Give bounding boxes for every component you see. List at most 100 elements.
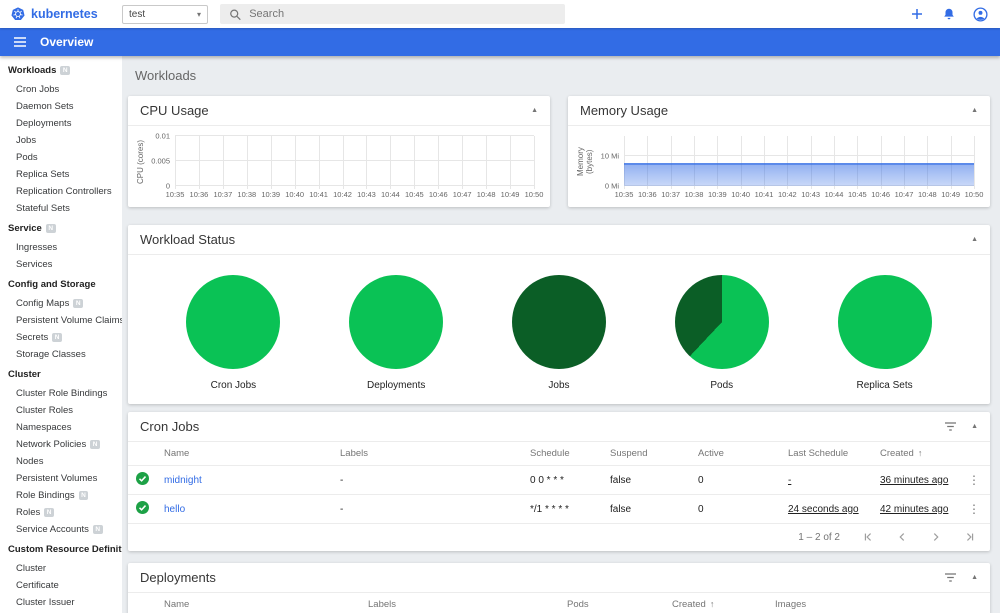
x-tick-label: 10:36 [189,190,209,199]
sidebar-item-role-bindings[interactable]: Role Bindings N [0,487,122,504]
sidebar-item-cluster-roles[interactable]: Cluster Roles [0,402,122,419]
column-header-created[interactable]: Created ↑ [664,593,767,613]
sidebar-item-config-maps[interactable]: Config Maps N [0,295,122,312]
row-menu-button[interactable]: ⋮ [968,473,980,487]
column-header-schedule[interactable]: Schedule [522,442,602,466]
collapse-icon[interactable]: ▲ [971,107,978,114]
sidebar-item-service-accounts[interactable]: Service Accounts N [0,521,122,538]
x-tick-label: 10:37 [661,190,681,199]
x-tick-label: 10:49 [941,190,961,199]
sidebar-item-cluster[interactable]: Cluster [0,363,122,385]
first-page-button[interactable] [862,531,874,543]
pie-chart-deployments [349,275,444,369]
collapse-icon[interactable]: ▲ [971,574,978,581]
x-tick-label: 10:40 [731,190,751,199]
column-header-last-schedule[interactable]: Last Schedule [780,442,872,466]
sidebar-item-ingresses[interactable]: Ingresses [0,239,122,256]
filter-button[interactable] [944,421,957,432]
last-schedule-cell: - [780,465,872,495]
area-series [624,162,974,186]
sidebar-item-cluster-issuer[interactable]: Cluster Issuer [0,594,122,611]
next-page-button[interactable] [930,531,942,543]
previous-page-button[interactable] [896,531,908,543]
sidebar-item-network-policies[interactable]: Network Policies N [0,436,122,453]
sidebar-item-label: Stateful Sets [16,203,70,214]
sidebar-item-label: Deployments [16,118,72,129]
sidebar-item-nodes[interactable]: Nodes [0,453,122,470]
sidebar-item-service[interactable]: Service N [0,217,122,239]
sidebar-item-services[interactable]: Services [0,256,122,273]
menu-cell: ⋮ [960,465,990,495]
sidebar-item-storage-classes[interactable]: Storage Classes [0,346,122,363]
table-row: hello - */1 * * * * false 0 24 seconds ago 42 … [128,494,990,524]
kubernetes-wheel-icon [11,7,25,20]
sidebar-item-cluster[interactable]: Cluster [0,560,122,577]
sidebar-item-deployments[interactable]: Deployments [0,115,122,132]
sidebar: Workloads N Cron Jobs Daemon Sets Deployment… [0,56,122,613]
cronjob-name-link-cell: hello [156,494,332,524]
column-header-pods[interactable]: Pods [559,593,664,613]
collapse-icon[interactable]: ▲ [971,423,978,430]
sidebar-item-jobs[interactable]: Jobs [0,132,122,149]
sidebar-item-secrets[interactable]: Secrets N [0,329,122,346]
column-header-active[interactable]: Active [690,442,780,466]
sidebar-item-replica-sets[interactable]: Replica Sets [0,166,122,183]
account-button[interactable] [973,6,988,22]
grid-line [175,136,176,189]
sidebar-item-persistent-volume-claims[interactable]: Persistent Volume ClaimsN [0,312,122,329]
kubernetes-logo[interactable]: kubernetes [0,6,122,22]
chevron-right-icon [933,533,939,541]
sidebar-item-pods[interactable]: Pods [0,149,122,166]
sidebar-item-label: Cron Jobs [16,84,60,95]
pie-chart-pods [674,275,769,369]
sidebar-item-label: Config Maps [16,298,70,309]
sidebar-item-certificate[interactable]: Certificate [0,577,122,594]
cronjob-name-link[interactable]: hello [164,504,185,515]
pie-label: Cron Jobs [210,380,257,391]
menu-button[interactable] [13,36,27,48]
column-header-name[interactable]: Name [156,593,360,613]
column-header-created[interactable]: Created ↑ [872,442,960,466]
column-header-labels[interactable]: Labels [332,442,522,466]
namespace-selector[interactable]: test ▾ [122,4,208,24]
filter-button[interactable] [944,572,957,583]
sidebar-item-cluster-role-bindings[interactable]: Cluster Role Bindings [0,385,122,402]
sidebar-item-daemon-sets[interactable]: Daemon Sets [0,98,122,115]
cronjob-name-link[interactable]: midnight [164,475,202,486]
menu-cell: ⋮ [960,494,990,524]
column-header-name[interactable]: Name [156,442,332,466]
sidebar-item-cron-jobs[interactable]: Cron Jobs [0,81,122,98]
chevron-down-icon: ▾ [196,9,201,19]
x-tick-label: 10:45 [404,190,424,199]
sidebar-item-label: Pods [16,152,38,163]
notifications-button[interactable] [941,7,956,22]
x-tick-label: 10:42 [777,190,797,199]
namespaced-badge: N [52,332,62,343]
collapse-icon[interactable]: ▲ [971,236,978,243]
search-input[interactable] [249,8,556,20]
first-page-icon [864,533,871,541]
cronjob-name-link-cell: midnight [156,465,332,495]
last-page-button[interactable] [964,531,976,543]
sidebar-item-replication-controllers[interactable]: Replication Controllers [0,183,122,200]
row-menu-button[interactable]: ⋮ [968,502,980,516]
sidebar-item-workloads[interactable]: Workloads N [0,59,122,81]
grid-line [462,136,464,189]
sidebar-item-custom-resource-definitions[interactable]: Custom Resource Definitions [0,538,122,560]
sidebar-item-namespaces[interactable]: Namespaces [0,419,122,436]
status-cell [128,465,156,495]
x-tick-label: 10:46 [871,190,891,199]
collapse-icon[interactable]: ▲ [531,107,538,114]
sidebar-item-stateful-sets[interactable]: Stateful Sets [0,200,122,217]
sidebar-item-config-and-storage[interactable]: Config and Storage [0,273,122,295]
create-resource-button[interactable] [909,7,924,22]
column-header-labels[interactable]: Labels [360,593,559,613]
column-header-suspend[interactable]: Suspend [602,442,690,466]
last-schedule: 24 seconds ago [788,503,859,515]
card-title: Memory Usage [580,103,669,118]
workload-status-item: Jobs [511,275,606,391]
sidebar-item-persistent-volumes[interactable]: Persistent Volumes [0,470,122,487]
column-header-images[interactable]: Images [767,593,960,613]
pie-chart-jobs [511,275,606,369]
sidebar-item-roles[interactable]: Roles N [0,504,122,521]
